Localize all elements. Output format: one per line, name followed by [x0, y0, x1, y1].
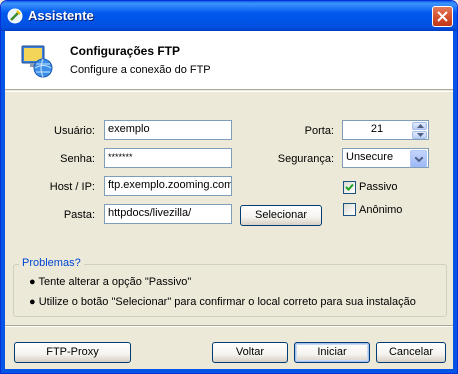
title-bar[interactable]: Assistente [1, 1, 457, 31]
page-subtitle: Configure a conexão do FTP [70, 64, 211, 76]
select-folder-button[interactable]: Selecionar [240, 205, 322, 226]
wizard-wand-icon [7, 8, 23, 24]
close-icon [437, 11, 448, 22]
wizard-header: Configurações FTP Configure a conexão do… [5, 31, 453, 90]
security-dropdown-button[interactable] [410, 150, 427, 167]
port-spin-buttons [412, 122, 427, 139]
password-field[interactable]: ******* [104, 148, 232, 168]
wizard-window: Assistente Configurações FTP Configure a… [0, 0, 458, 374]
anonymous-checkbox[interactable] [343, 203, 356, 216]
ftp-network-icon [21, 45, 53, 78]
folder-label: Pasta: [63, 209, 95, 221]
close-button[interactable] [432, 6, 453, 27]
arrow-down-icon [417, 133, 424, 137]
host-label: Host / IP: [49, 181, 95, 193]
window-frame-bottom [1, 369, 457, 373]
chevron-down-icon [415, 157, 423, 162]
port-label: Porta: [304, 125, 334, 137]
password-label: Senha: [60, 153, 95, 165]
port-value: 21 [370, 123, 384, 135]
cancel-button[interactable]: Cancelar [376, 342, 446, 363]
window-frame-right [453, 31, 457, 373]
anonymous-label[interactable]: Anônimo [359, 204, 402, 216]
security-label: Segurança: [277, 153, 334, 165]
host-field[interactable]: ftp.exemplo.zooming.com. [104, 176, 232, 196]
security-select[interactable]: Unsecure [342, 148, 429, 168]
problem-tip: ● Tente alterar a opção "Passivo" [29, 276, 192, 288]
folder-field[interactable]: httpdocs/livezilla/ [104, 204, 232, 224]
security-value: Unsecure [346, 151, 394, 163]
problems-groupbox [13, 264, 447, 317]
ftp-proxy-button[interactable]: FTP-Proxy [14, 342, 131, 363]
user-field[interactable]: exemplo [104, 120, 232, 140]
page-title: Configurações FTP [70, 44, 181, 58]
header-separator [5, 91, 453, 92]
passive-label[interactable]: Passivo [359, 181, 398, 193]
port-spinner[interactable]: 21 [342, 120, 429, 140]
problems-title: Problemas? [19, 257, 84, 269]
user-label: Usuário: [54, 125, 95, 137]
arrow-up-icon [417, 124, 424, 128]
port-spin-up[interactable] [412, 122, 427, 130]
checkmark-icon [345, 183, 354, 191]
problem-tip: ● Utilize o botão "Selecionar" para conf… [29, 296, 416, 308]
passive-checkbox[interactable] [343, 181, 356, 194]
port-spin-down[interactable] [412, 131, 427, 139]
back-button[interactable]: Voltar [212, 342, 288, 363]
window-title: Assistente [28, 8, 94, 23]
start-button[interactable]: Iniciar [294, 342, 370, 363]
footer-separator [5, 325, 453, 327]
